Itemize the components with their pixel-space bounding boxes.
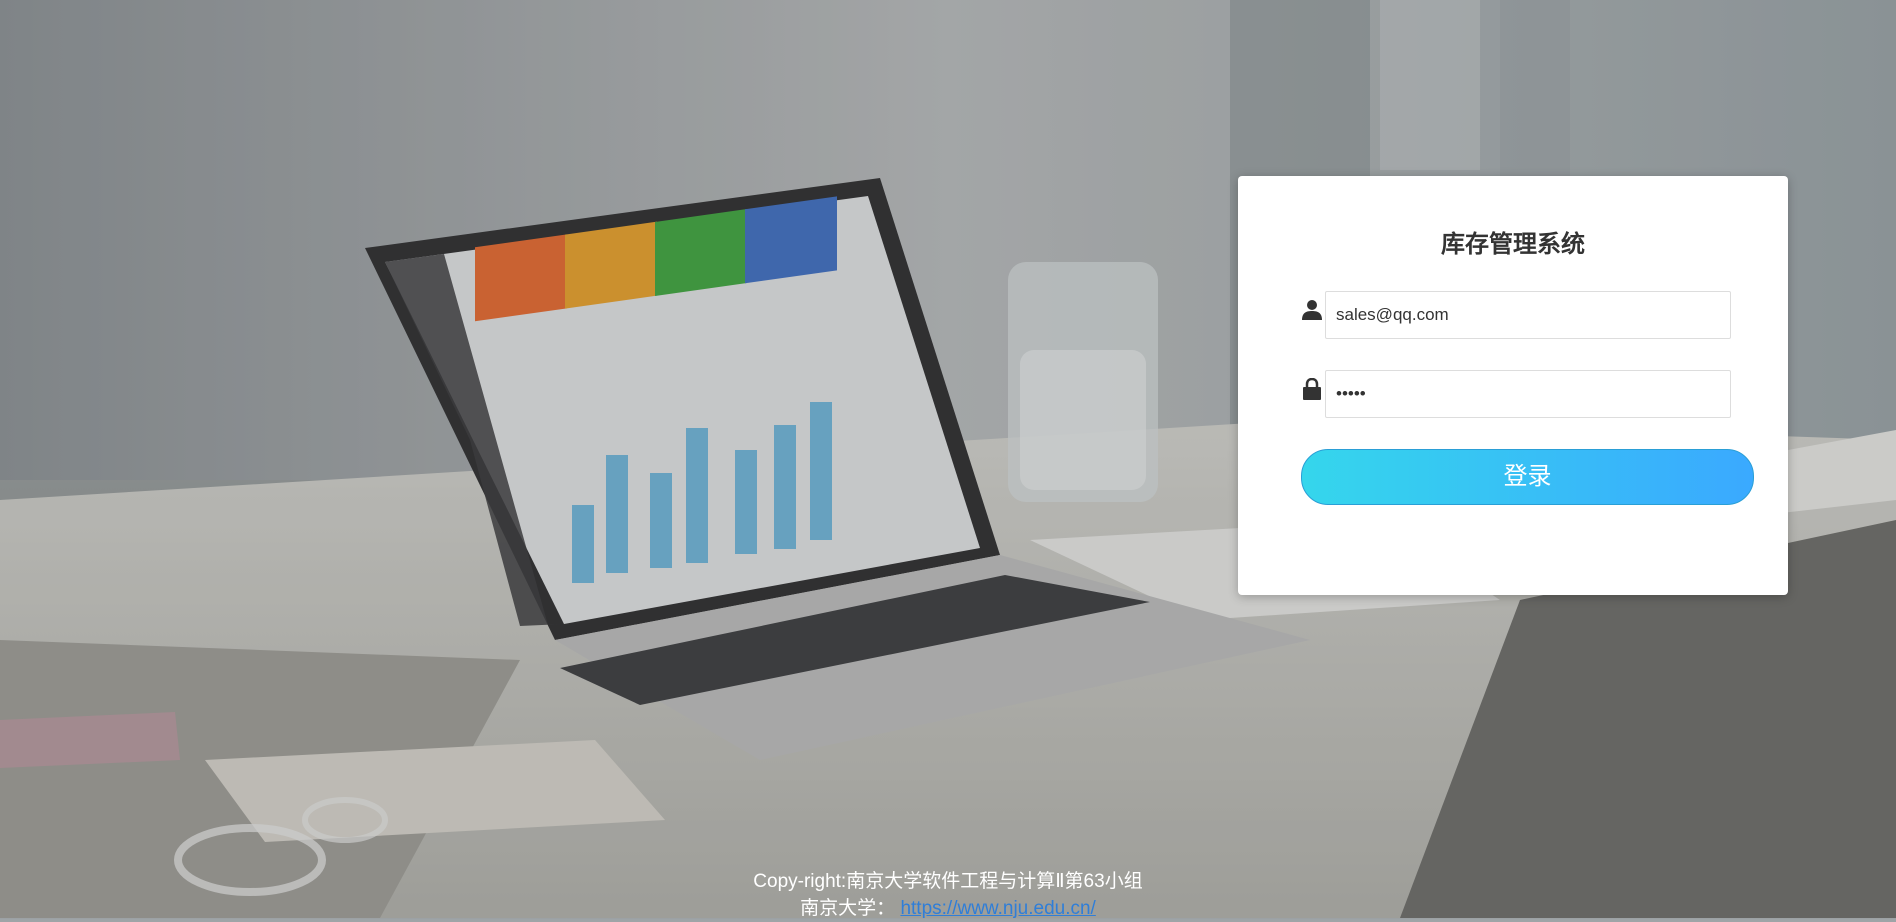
login-button[interactable]: 登录 [1301, 449, 1754, 505]
user-icon [1302, 300, 1322, 320]
university-link[interactable]: https://www.nju.edu.cn/ [900, 898, 1095, 919]
university-label: 南京大学： [800, 898, 896, 919]
lock-icon [1303, 378, 1321, 400]
username-input[interactable] [1325, 291, 1731, 339]
login-card: 库存管理系统 登录 [1238, 176, 1788, 595]
footer: Copy-right:南京大学软件工程与计算Ⅱ第63小组 南京大学： https… [0, 868, 1896, 922]
login-title: 库存管理系统 [1441, 231, 1585, 258]
password-input[interactable] [1325, 370, 1731, 418]
copyright-text: Copy-right:南京大学软件工程与计算Ⅱ第63小组 [753, 871, 1143, 892]
